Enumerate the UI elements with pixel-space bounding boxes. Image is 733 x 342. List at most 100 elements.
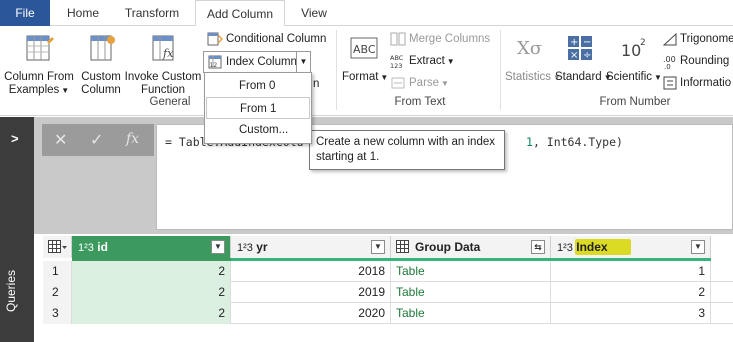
- cancel-icon[interactable]: ✕: [54, 130, 67, 150]
- rounding-label: Rounding: [680, 55, 730, 67]
- svg-text:Xσ: Xσ: [517, 38, 542, 59]
- index-column-button[interactable]: 12 Index Column ▼: [203, 51, 311, 73]
- index-from-1-tooltip: Create a new column with an index starti…: [309, 130, 505, 170]
- invoke-function-icon: fx: [152, 35, 174, 61]
- tab-home[interactable]: Home: [56, 0, 110, 26]
- conditional-column-button[interactable]: Conditional Column: [207, 29, 326, 49]
- formula-text-end: 1, Int64.Type): [526, 135, 623, 149]
- table-menu-corner[interactable]: [43, 236, 72, 258]
- column-from-examples-icon: [26, 35, 54, 61]
- cell-group-data[interactable]: Table: [391, 303, 551, 324]
- tab-file[interactable]: File: [0, 0, 50, 26]
- table-row: 1 2 2018 Table 1: [43, 261, 733, 282]
- chevron-right-icon[interactable]: >: [11, 131, 19, 146]
- conditional-column-icon: [207, 32, 223, 46]
- index-column-dropdown-arrow[interactable]: ▼: [296, 52, 310, 72]
- column-from-examples-label-1: Column From: [4, 71, 74, 83]
- table-type-icon: [396, 240, 409, 253]
- information-label: Informatio: [680, 77, 732, 89]
- svg-text:12: 12: [210, 62, 218, 69]
- svg-text:ABC: ABC: [390, 54, 404, 62]
- tab-add-column[interactable]: Add Column: [195, 0, 285, 27]
- group-separator: [500, 30, 501, 110]
- scientific-button[interactable]: 10 2 Scientific ▼: [606, 32, 662, 84]
- column-from-examples-label-2: Examples: [8, 84, 60, 96]
- cell-yr[interactable]: 2019: [231, 282, 391, 303]
- formula-number: 1: [526, 135, 533, 149]
- parse-label: Parse: [409, 77, 440, 89]
- column-filter-button[interactable]: ▼: [211, 240, 225, 254]
- cell-index[interactable]: 3: [551, 303, 711, 324]
- menu-item-custom-label: Custom...: [239, 124, 289, 136]
- svg-text:2: 2: [640, 38, 646, 48]
- format-button[interactable]: ABC Format ▼: [342, 34, 388, 84]
- rounding-button[interactable]: .00 .0 Rounding: [663, 51, 729, 71]
- menu-item-from-0[interactable]: From 0: [206, 75, 310, 97]
- number-type-icon: 1²3: [237, 242, 253, 254]
- svg-text:123: 123: [390, 62, 402, 69]
- extract-icon: ABC 123: [390, 54, 404, 69]
- trigonometry-icon: [663, 32, 677, 46]
- statistics-label: Statistics: [505, 71, 552, 83]
- row-number[interactable]: 1: [43, 261, 72, 282]
- group-separator: [336, 30, 337, 110]
- merge-columns-button[interactable]: Merge Columns: [390, 29, 490, 49]
- column-header-group-data-label: Group Data: [415, 240, 481, 254]
- tab-view[interactable]: View: [290, 0, 338, 26]
- index-column-menu: From 0 From 1 Custom...: [204, 72, 312, 144]
- standard-label: Standard: [555, 71, 602, 83]
- column-header-index[interactable]: 1²3 Index ▼: [551, 236, 711, 258]
- column-header-group-data[interactable]: Group Data ⇆: [391, 236, 551, 258]
- column-header-yr[interactable]: 1²3 yr ▼: [231, 236, 391, 258]
- column-from-examples-button[interactable]: Column From Examples ▼: [2, 32, 76, 97]
- menu-item-from-1[interactable]: From 1: [206, 97, 310, 119]
- fx-icon[interactable]: fx: [126, 131, 139, 147]
- conditional-column-label: Conditional Column: [226, 33, 327, 45]
- formula-bar-controls: ✕ ✓ fx: [42, 124, 154, 156]
- custom-column-label-2: Column: [81, 84, 121, 96]
- table-row: 2 2 2019 Table 2: [43, 282, 733, 303]
- ribbon: Column From Examples ▼ Custom Column fx I…: [0, 26, 733, 116]
- formula-type: , Int64.Type): [532, 135, 623, 149]
- menu-item-custom[interactable]: Custom...: [206, 119, 310, 141]
- cell-yr[interactable]: 2020: [231, 303, 391, 324]
- statistics-button[interactable]: Xσ Statistics ▼: [505, 32, 561, 84]
- column-header-index-label: Index: [576, 240, 608, 254]
- check-icon[interactable]: ✓: [90, 130, 103, 150]
- cell-group-data[interactable]: Table: [391, 261, 551, 282]
- standard-button[interactable]: + − × ÷ Standard ▼: [555, 32, 612, 84]
- custom-column-label-1: Custom: [81, 71, 121, 83]
- row-number[interactable]: 3: [43, 303, 72, 324]
- rounding-icon: .00 .0: [663, 55, 676, 69]
- extract-button[interactable]: ABC 123 Extract ▼: [390, 51, 455, 71]
- cell-index[interactable]: 2: [551, 282, 711, 303]
- index-column-label: Index Column: [226, 56, 297, 68]
- invoke-custom-function-button[interactable]: fx Invoke Custom Function: [124, 32, 202, 97]
- cell-id[interactable]: 2: [72, 261, 231, 282]
- cell-yr[interactable]: 2018: [231, 261, 391, 282]
- duplicate-column-button-partial[interactable]: n: [313, 74, 319, 94]
- column-header-yr-label: yr: [256, 240, 268, 254]
- column-filter-button[interactable]: ▼: [371, 240, 385, 254]
- custom-column-button[interactable]: Custom Column: [78, 32, 124, 97]
- menu-item-from-1-label: From 1: [240, 103, 277, 115]
- information-button[interactable]: Informatio: [663, 73, 731, 93]
- tab-transform[interactable]: Transform: [116, 0, 188, 26]
- expand-column-button[interactable]: ⇆: [531, 240, 545, 254]
- row-number[interactable]: 2: [43, 282, 72, 303]
- trigonometry-button[interactable]: Trigonome: [663, 29, 733, 49]
- group-label-from-number: From Number: [599, 96, 671, 108]
- data-grid: 1²3 id ▼ 1²3 yr ▼ Group Data ⇆ 1²3 Index…: [43, 236, 733, 342]
- chevron-down-icon: ▼: [654, 73, 662, 82]
- scientific-label: Scientific: [606, 71, 653, 83]
- parse-button[interactable]: Parse ▼: [390, 73, 449, 93]
- svg-text:+: +: [570, 37, 578, 48]
- table-icon: [48, 240, 67, 253]
- queries-pane[interactable]: > Queries: [0, 117, 34, 342]
- cell-id[interactable]: 2: [72, 282, 231, 303]
- cell-id[interactable]: 2: [72, 303, 231, 324]
- cell-group-data[interactable]: Table: [391, 282, 551, 303]
- cell-index[interactable]: 1: [551, 261, 711, 282]
- column-filter-button[interactable]: ▼: [691, 240, 705, 254]
- column-header-id[interactable]: 1²3 id ▼: [72, 236, 231, 258]
